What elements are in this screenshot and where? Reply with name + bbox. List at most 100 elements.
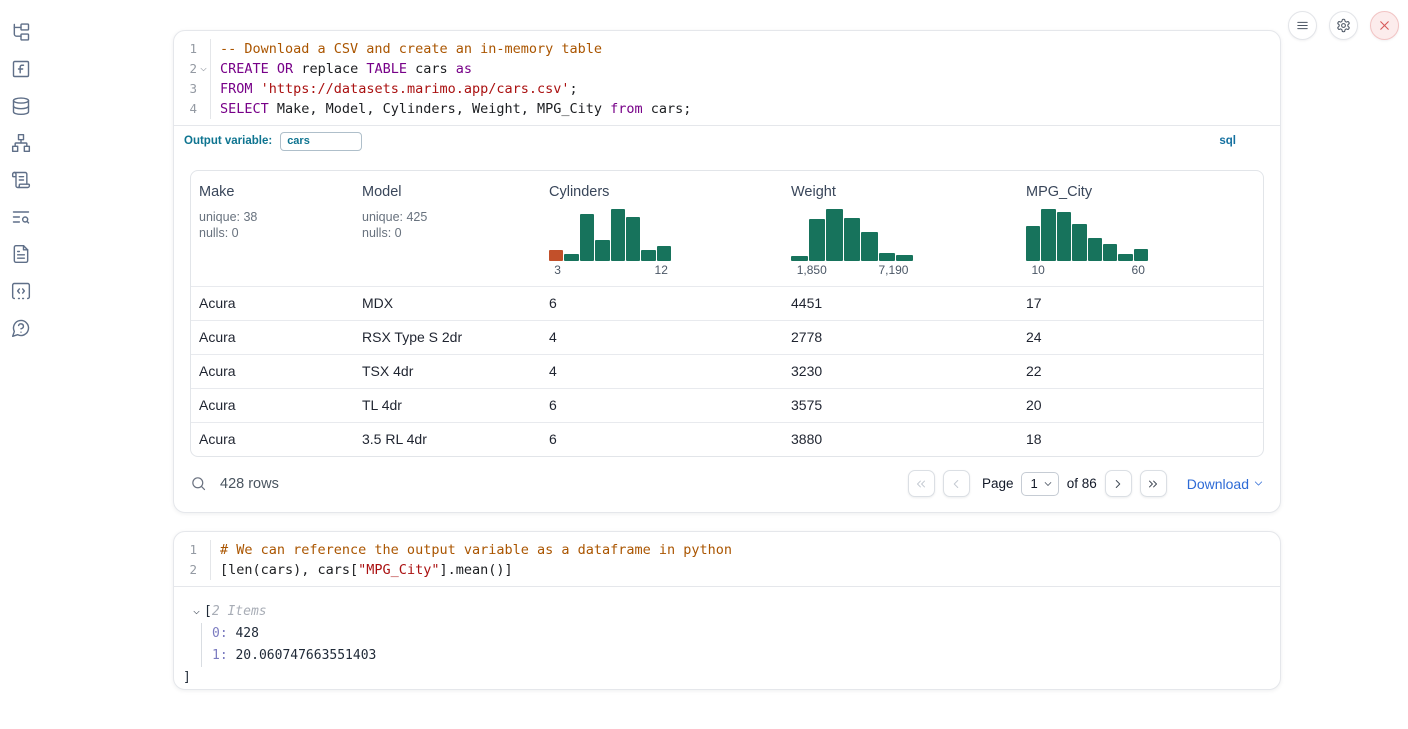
line-number: 1 bbox=[182, 39, 197, 59]
python-code-editor[interactable]: 1# We can reference the output variable … bbox=[174, 532, 1280, 586]
network-icon[interactable] bbox=[11, 133, 31, 153]
histogram-axis-label: 1,850 bbox=[797, 263, 827, 277]
code-line[interactable]: 2CREATE OR replace TABLE cars as bbox=[182, 59, 1280, 79]
page-select-value: 1 bbox=[1030, 476, 1037, 491]
chevron-down-icon bbox=[1253, 478, 1264, 489]
table-cell: 2778 bbox=[783, 321, 1018, 354]
notebook-actions bbox=[1288, 11, 1399, 40]
histogram-bar bbox=[657, 246, 671, 261]
output-variable-row: Output variable: sql bbox=[174, 126, 1280, 156]
histogram-bar bbox=[641, 250, 655, 261]
code-line[interactable]: 3FROM 'https://datasets.marimo.app/cars.… bbox=[182, 79, 1280, 99]
histogram-bar bbox=[1088, 238, 1102, 261]
table-cell: 6 bbox=[541, 389, 783, 422]
next-page-button[interactable] bbox=[1105, 470, 1132, 497]
column-name[interactable]: MPG_City bbox=[1026, 184, 1255, 200]
code-token: as bbox=[456, 61, 472, 77]
code-token: cars bbox=[407, 61, 456, 77]
column-name[interactable]: Cylinders bbox=[549, 184, 775, 200]
code-token: CREATE bbox=[220, 61, 269, 77]
column-header-mpg_city[interactable]: MPG_City 1060 bbox=[1018, 171, 1263, 286]
code-text: -- Download a CSV and create an in-memor… bbox=[210, 39, 602, 59]
histogram-bar bbox=[844, 218, 861, 261]
column-name[interactable]: Make bbox=[199, 184, 346, 200]
chevrons-left-icon bbox=[914, 477, 928, 491]
code-line[interactable]: 1 -- Download a CSV and create an in-memo… bbox=[182, 39, 1280, 59]
code-line[interactable]: 4SELECT Make, Model, Cylinders, Weight, … bbox=[182, 99, 1280, 119]
table-row[interactable]: Acura3.5 RL 4dr6388018 bbox=[191, 422, 1263, 456]
column-name[interactable]: Model bbox=[362, 184, 533, 200]
line-number: 2 bbox=[182, 560, 197, 580]
code-token: ].mean()] bbox=[439, 562, 512, 578]
download-label: Download bbox=[1187, 476, 1249, 492]
column-header-weight[interactable]: Weight 1,850 7,190 bbox=[783, 171, 1018, 286]
tree-entry-key: 0: bbox=[212, 626, 228, 641]
table-cell: 6 bbox=[541, 423, 783, 456]
page-select[interactable]: 1 bbox=[1021, 472, 1058, 496]
file-tree-icon[interactable] bbox=[11, 22, 31, 42]
table-cell: 4451 bbox=[783, 287, 1018, 320]
search-icon[interactable] bbox=[190, 475, 207, 492]
x-icon bbox=[1377, 18, 1392, 33]
chevron-right-icon bbox=[1111, 477, 1125, 491]
text-search-icon[interactable] bbox=[11, 207, 31, 227]
table-row[interactable]: AcuraRSX Type S 2dr4277824 bbox=[191, 320, 1263, 354]
histogram-bar bbox=[879, 253, 896, 261]
message-circle-question-icon[interactable] bbox=[11, 318, 31, 338]
language-badge[interactable]: sql bbox=[1219, 135, 1236, 147]
column-name[interactable]: Weight bbox=[791, 184, 1010, 200]
table-cell: Acura bbox=[191, 423, 354, 456]
column-header-cylinders[interactable]: Cylinders312 bbox=[541, 171, 783, 286]
table-row[interactable]: AcuraTSX 4dr4323022 bbox=[191, 354, 1263, 388]
database-icon[interactable] bbox=[11, 96, 31, 116]
table-footer: 428 rows Page 1 of 86 Download bbox=[174, 457, 1280, 512]
histogram-axis-label: 7,190 bbox=[878, 263, 908, 277]
prev-page-button[interactable] bbox=[943, 470, 970, 497]
table-cell: RSX Type S 2dr bbox=[354, 321, 541, 354]
code-token: SELECT bbox=[220, 101, 269, 117]
first-page-button[interactable] bbox=[908, 470, 935, 497]
column-header-make[interactable]: Make unique: 38nulls: 0 bbox=[191, 171, 354, 286]
table-cell: 20 bbox=[1018, 389, 1263, 422]
square-dashed-bottom-code-icon[interactable] bbox=[11, 281, 31, 301]
notebook-menu-button[interactable] bbox=[1288, 11, 1317, 40]
output-variable-label: Output variable: bbox=[184, 135, 272, 147]
column-histogram: 1,850 7,190 bbox=[791, 209, 913, 280]
settings-icon bbox=[1336, 18, 1351, 33]
table-cell: 3575 bbox=[783, 389, 1018, 422]
table-row[interactable]: AcuraMDX6445117 bbox=[191, 286, 1263, 320]
tree-root-line: [ 2 Items bbox=[182, 601, 1264, 623]
table-cell: TL 4dr bbox=[354, 389, 541, 422]
file-text-icon[interactable] bbox=[11, 244, 31, 264]
function-square-icon[interactable] bbox=[11, 59, 31, 79]
table-body: AcuraMDX6445117AcuraRSX Type S 2dr427782… bbox=[191, 286, 1263, 456]
code-token: FROM bbox=[220, 81, 253, 97]
shutdown-button[interactable] bbox=[1370, 11, 1399, 40]
histogram-bar bbox=[564, 254, 578, 261]
fold-chevron-icon[interactable] bbox=[197, 59, 210, 79]
histogram-bar bbox=[861, 232, 878, 261]
row-count: 428 rows bbox=[220, 476, 279, 492]
table-row[interactable]: AcuraTL 4dr6357520 bbox=[191, 388, 1263, 422]
table-cell: 22 bbox=[1018, 355, 1263, 388]
table-cell: 3.5 RL 4dr bbox=[354, 423, 541, 456]
histogram-bar bbox=[1072, 224, 1086, 261]
line-number: 1 bbox=[182, 540, 197, 560]
code-line[interactable]: 2[len(cars), cars["MPG_City"].mean()] bbox=[182, 560, 1280, 580]
chevron-down-icon[interactable] bbox=[192, 608, 202, 617]
column-header-model[interactable]: Modelunique: 425nulls: 0 bbox=[354, 171, 541, 286]
settings-button[interactable] bbox=[1329, 11, 1358, 40]
table-cell: 3230 bbox=[783, 355, 1018, 388]
sql-code-editor[interactable]: 1 -- Download a CSV and create an in-memo… bbox=[174, 31, 1280, 125]
code-line[interactable]: 1# We can reference the output variable … bbox=[182, 540, 1280, 560]
column-histogram: 1060 bbox=[1026, 209, 1148, 280]
scroll-text-icon[interactable] bbox=[11, 170, 31, 190]
code-text: FROM 'https://datasets.marimo.app/cars.c… bbox=[210, 79, 578, 99]
last-page-button[interactable] bbox=[1140, 470, 1167, 497]
chevron-down-icon bbox=[1043, 479, 1053, 489]
histogram-bar bbox=[826, 209, 843, 261]
column-stats: unique: 38nulls: 0 bbox=[199, 209, 346, 241]
chevrons-right-icon bbox=[1146, 477, 1160, 491]
output-variable-input[interactable] bbox=[280, 132, 362, 151]
download-button[interactable]: Download bbox=[1187, 476, 1264, 492]
